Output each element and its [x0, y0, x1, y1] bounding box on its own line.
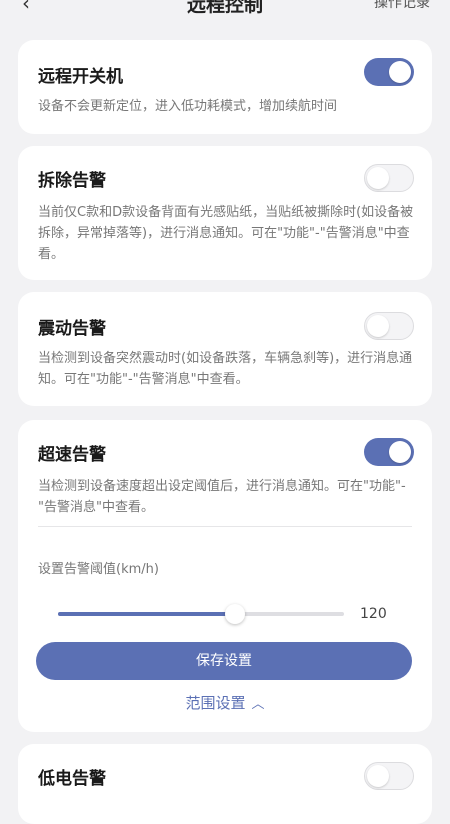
- card-title: 拆除告警: [38, 171, 106, 191]
- toggle-knob: [367, 315, 389, 337]
- app-header: ‹ 远程控制 操作记录: [0, 0, 450, 18]
- card-desc: 设备不会更新定位，进入低功耗模式，增加续航时间: [38, 99, 338, 114]
- card-desc: 当检测到设备速度超出设定阈值后，进行消息通知。可在"功能"-"告警消息"中查看。: [38, 479, 406, 515]
- low-battery-alarm-toggle[interactable]: [364, 762, 414, 790]
- chevron-up-icon: ︿: [251, 697, 265, 712]
- save-settings-button[interactable]: 保存设置: [36, 642, 412, 680]
- toggle-knob: [389, 441, 411, 463]
- range-settings-link[interactable]: 范围设置 ︿: [18, 692, 432, 713]
- card-desc: 当前仅C款和D款设备背面有光感贴纸，当贴纸被撕除时(如设备被拆除，异常掉落等)，…: [38, 205, 414, 262]
- tamper-alarm-toggle[interactable]: [364, 164, 414, 192]
- threshold-label: 设置告警阈值(km/h): [38, 562, 159, 577]
- slider-thumb[interactable]: [225, 604, 246, 624]
- card-vibration-alarm: 震动告警 当检测到设备突然震动时(如设备跌落，车辆急刹等)，进行消息通知。可在"…: [18, 292, 432, 406]
- remote-power-toggle[interactable]: [364, 58, 414, 86]
- slider-fill: [58, 612, 236, 616]
- speed-threshold-slider[interactable]: [58, 604, 344, 624]
- card-remote-power: 远程开关机 设备不会更新定位，进入低功耗模式，增加续航时间: [18, 40, 432, 134]
- card-tamper-alarm: 拆除告警 当前仅C款和D款设备背面有光感贴纸，当贴纸被撕除时(如设备被拆除，异常…: [18, 146, 432, 280]
- card-desc: 当检测到设备突然震动时(如设备跌落，车辆急刹等)，进行消息通知。可在"功能"-"…: [38, 351, 413, 387]
- card-title: 超速告警: [38, 445, 106, 465]
- vibration-alarm-toggle[interactable]: [364, 312, 414, 340]
- card-speed-alarm: 超速告警 当检测到设备速度超出设定阈值后，进行消息通知。可在"功能"-"告警消息…: [18, 420, 432, 732]
- toggle-knob: [389, 61, 411, 83]
- range-settings-label: 范围设置: [185, 694, 246, 712]
- speed-alarm-toggle[interactable]: [364, 438, 414, 466]
- card-title: 低电告警: [38, 769, 106, 789]
- divider: [38, 526, 412, 527]
- toggle-knob: [367, 765, 389, 787]
- toggle-knob: [367, 167, 389, 189]
- card-title: 震动告警: [38, 319, 106, 339]
- threshold-value: 120: [360, 606, 387, 622]
- card-low-battery-alarm: 低电告警: [18, 744, 432, 824]
- operation-log-link[interactable]: 操作记录: [374, 0, 430, 12]
- card-title: 远程开关机: [38, 67, 123, 87]
